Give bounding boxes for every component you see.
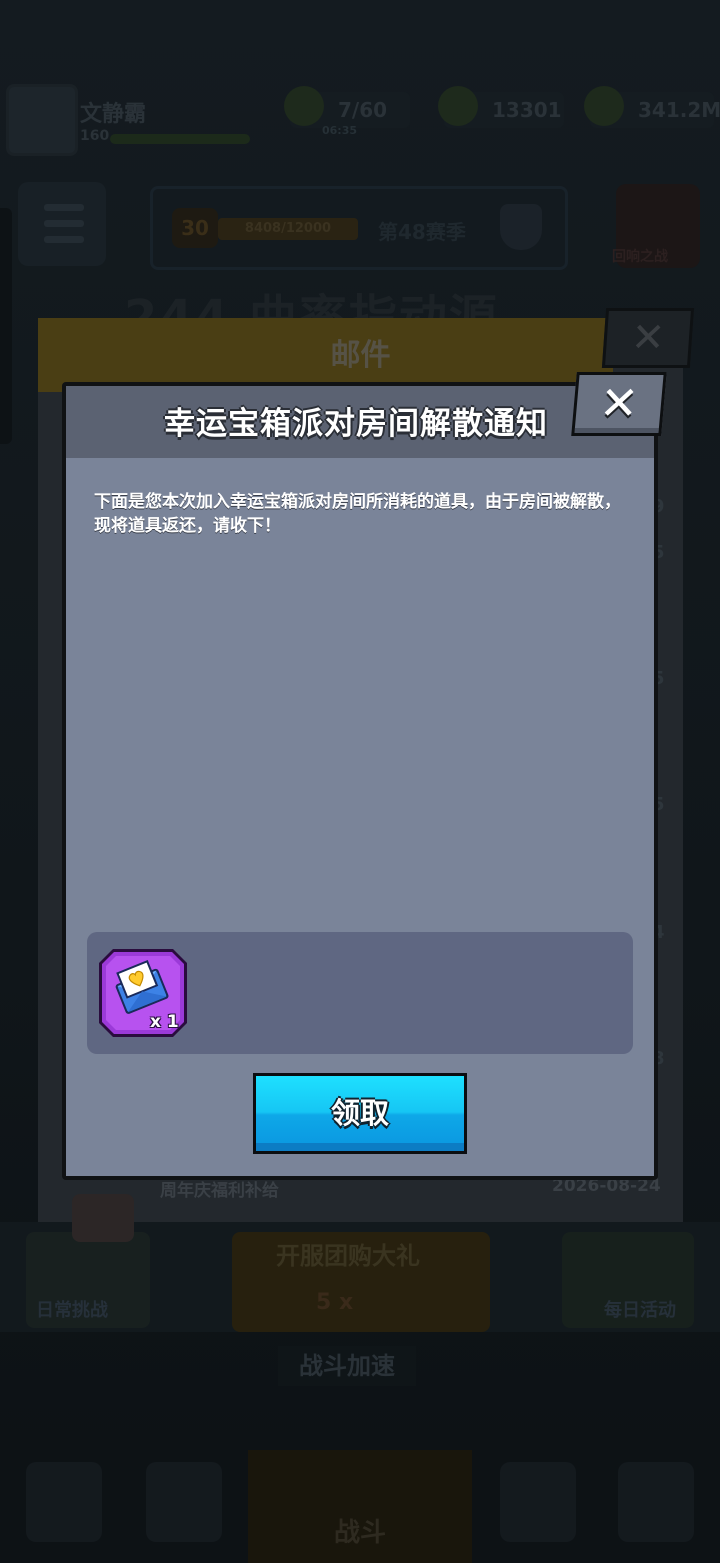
reward-quantity: x 1	[150, 1012, 179, 1032]
event-banner-label: 开服团购大礼	[276, 1242, 420, 1270]
mail-title: 邮件	[330, 338, 391, 373]
nav-battle-label: 战斗	[333, 1518, 386, 1548]
nav-map-icon	[618, 1462, 694, 1542]
gem-resource: 13301	[438, 86, 564, 128]
gem-icon	[438, 86, 478, 126]
energy-resource: 7/60	[284, 86, 410, 128]
close-icon: ✕	[629, 315, 667, 361]
player-level: 160	[80, 128, 110, 144]
energy-icon	[284, 86, 324, 126]
daily-challenge-label: 日常挑战	[36, 1300, 108, 1321]
nav-talent-icon	[500, 1462, 576, 1542]
coin-value: 341.2M	[638, 98, 720, 122]
battle-speed-label: 战斗加速	[278, 1346, 416, 1386]
claim-button-face[interactable]: 领取	[256, 1076, 464, 1151]
coin-resource: 341.2M	[584, 86, 720, 128]
rank-badge: 30	[172, 208, 218, 248]
dialog-close-button[interactable]: ✕	[571, 372, 667, 436]
mail-close-button: ✕	[601, 308, 695, 368]
season-label: 第48赛季	[378, 220, 466, 244]
side-drawer-handle	[0, 208, 12, 444]
close-icon: ✕	[597, 376, 641, 430]
menu-button	[18, 182, 106, 266]
dialog-message: 下面是您本次加入幸运宝箱派对房间所消耗的道具，由于房间被解散，现将道具返还，请收…	[94, 492, 621, 536]
player-xp-bar	[110, 134, 250, 144]
claim-button[interactable]: 领取	[253, 1073, 467, 1154]
player-avatar	[6, 84, 78, 156]
energy-value: 7/60	[338, 98, 388, 122]
rank-score: 8408/12000	[218, 218, 358, 240]
dialog-title: 幸运宝箱派对房间解散通知	[164, 406, 548, 442]
nav-equipment-icon	[146, 1462, 222, 1542]
event-banner-sub: 5 x	[316, 1290, 354, 1315]
claim-button-label: 领取	[330, 1095, 389, 1130]
coin-icon	[584, 86, 624, 126]
nav-shop-icon	[26, 1462, 102, 1542]
player-name: 文静霸	[80, 102, 147, 127]
daily-activity-label: 每日活动	[604, 1300, 676, 1321]
glory-label: 回响之战	[612, 249, 668, 265]
gift-icon	[72, 1194, 134, 1242]
gem-value: 13301	[492, 98, 562, 122]
shield-icon	[500, 204, 542, 250]
energy-timer: 06:35	[322, 124, 358, 137]
